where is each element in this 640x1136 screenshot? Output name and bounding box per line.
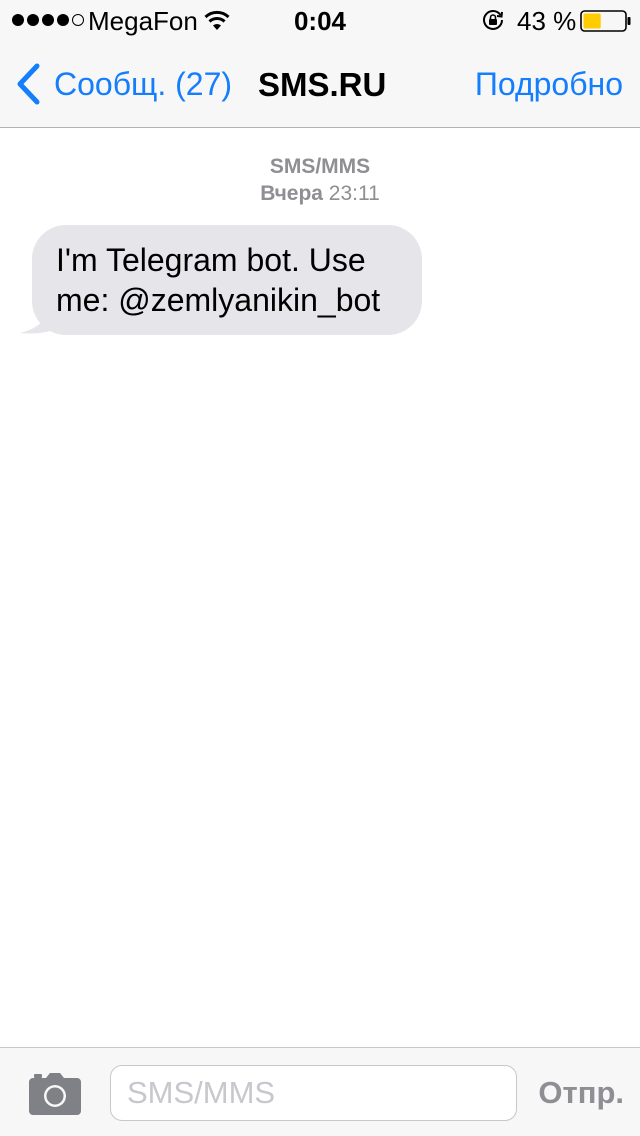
battery-percentage: 43 %	[517, 6, 577, 36]
back-button[interactable]: Сообщ. (27)	[14, 60, 232, 108]
back-label: Сообщ. (27)	[54, 66, 233, 102]
battery-icon	[580, 10, 631, 32]
battery-level-fill	[583, 13, 601, 29]
messages-screen: MegaFon 0:04 43 % Сообщ. (27) SMS.RU Под…	[0, 0, 640, 1136]
timestamp-time: 23:11	[328, 182, 380, 205]
message-text: I'm Telegram bot. Use me: @zemlyanikin_b…	[56, 242, 381, 318]
message-input[interactable]	[111, 1066, 516, 1120]
details-button[interactable]: Подробно	[475, 68, 623, 100]
conversation-area[interactable]: SMS/MMS Вчера 23:11 I'm Telegram bot. Us…	[0, 129, 640, 1047]
conversation-title: SMS.RU	[258, 66, 387, 103]
message-field[interactable]	[110, 1065, 517, 1121]
incoming-message[interactable]: I'm Telegram bot. Use me: @zemlyanikin_b…	[18, 225, 428, 337]
message-input-bar: Отпр.	[0, 1047, 640, 1136]
send-button[interactable]: Отпр.	[538, 1077, 624, 1109]
service-label: SMS/MMS	[269, 155, 371, 178]
navigation-bar: Сообщ. (27) SMS.RU Подробно	[0, 40, 640, 128]
message-timestamp: Вчера 23:11	[0, 182, 640, 206]
chevron-left-icon	[17, 63, 40, 105]
timestamp-day: Вчера	[260, 182, 323, 205]
rotation-lock-icon	[483, 10, 503, 30]
camera-icon[interactable]	[28, 1072, 82, 1116]
status-bar: MegaFon 0:04 43 %	[0, 0, 640, 40]
